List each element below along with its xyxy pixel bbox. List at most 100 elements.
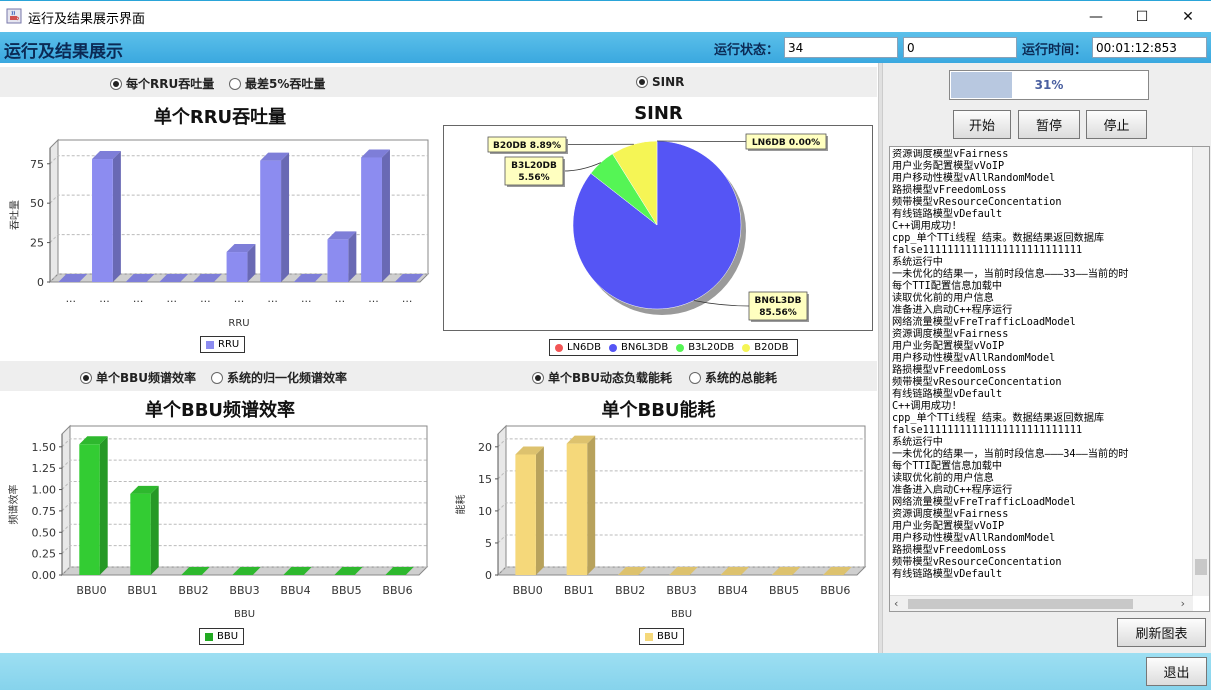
sinr-legend: LN6DB BN6L3DB B3L20DB B20DB — [549, 339, 799, 356]
log-line: 读取优化前的用户信息 — [892, 473, 994, 484]
y-tick-label: 10 — [478, 505, 492, 518]
legend-label: B3L20DB — [688, 342, 735, 353]
status-label: 运行状态： — [714, 43, 780, 58]
plot-back-wall — [69, 425, 428, 568]
log-line: 用户业务配置模型vVoIP — [892, 341, 1005, 352]
hscroll-thumb[interactable] — [908, 599, 1133, 609]
pause-button[interactable]: 暂停 — [1018, 110, 1080, 139]
legend-label: BBU — [657, 631, 679, 642]
bbu-energy-chart-title: 单个BBU能耗 — [601, 400, 716, 421]
radio-bbu-energy[interactable]: 单个BBU动态负载能耗 — [532, 369, 672, 386]
legend-swatch — [645, 632, 653, 641]
radio-rru-throughput[interactable]: 每个RRU吞吐量 — [110, 75, 214, 92]
bar-side — [381, 149, 390, 282]
radio-worst5-throughput[interactable]: 最差5%吞吐量 — [229, 75, 325, 92]
log-line: 有线链路模型vDefault — [892, 569, 1003, 580]
log-line: 用户移动性模型vAllRandomModel — [892, 173, 1056, 184]
x-tick-label: BBU6 — [382, 584, 412, 597]
log-line: 有线链路模型vDefault — [892, 389, 1003, 400]
legend-label: B20DB — [754, 342, 789, 353]
exit-button[interactable]: 退出 — [1146, 657, 1207, 686]
log-textarea[interactable]: 资源调度模型vFairness 用户业务配置模型vVoIP 用户移动性模型vAllR… — [889, 146, 1210, 612]
title-bar: 运行及结果展示界面 — ☐ ✕ — [0, 0, 1211, 32]
status-field-1[interactable] — [784, 37, 898, 58]
start-button[interactable]: 开始 — [953, 110, 1011, 139]
splitter[interactable] — [878, 63, 883, 653]
sinr-chart-title: SINR — [634, 103, 683, 124]
status-field-2[interactable] — [903, 37, 1017, 58]
log-line: 用户业务配置模型vVoIP — [892, 521, 1005, 532]
radio-dot — [636, 76, 648, 88]
plot-back-wall — [505, 425, 866, 568]
maximize-button[interactable]: ☐ — [1119, 1, 1165, 33]
log-horizontal-scrollbar[interactable]: ‹ › — [890, 595, 1193, 611]
bar-side — [587, 435, 596, 575]
page-title: 运行及结果展示 — [4, 42, 123, 62]
log-line: 用户移动性模型vAllRandomModel — [892, 353, 1056, 364]
bbu-eff-options: 单个BBU频谱效率 系统的归一化频谱效率 — [0, 361, 440, 391]
log-line: 每个TTI配置信息加载中 — [892, 281, 1003, 292]
progress-text: 31% — [1034, 78, 1064, 92]
x-tick-label: ... — [200, 292, 211, 305]
x-tick-label: ... — [368, 292, 379, 305]
java-cup-icon — [6, 8, 22, 24]
log-line: C++调用成功! — [892, 401, 958, 412]
y-tick-label: 20 — [478, 441, 492, 454]
bar — [79, 444, 100, 575]
window-title: 运行及结果展示界面 — [28, 12, 146, 27]
legend-swatch — [205, 632, 213, 641]
footer-bar — [0, 653, 1211, 690]
x-tick-label: BBU2 — [178, 584, 208, 597]
y-tick-label: 0 — [485, 569, 492, 582]
x-tick-label: BBU4 — [280, 584, 310, 597]
radio-dot — [229, 77, 241, 90]
vscroll-thumb[interactable] — [1195, 559, 1207, 575]
legend-swatch — [206, 340, 214, 349]
x-axis-label: RRU — [228, 318, 249, 329]
log-line: 一未优化的结果一，当前时段信息———33——当前的时 — [892, 269, 1129, 280]
log-line: 系统运行中 — [892, 437, 943, 448]
log-line: 用户业务配置模型vVoIP — [892, 161, 1005, 172]
header-bar: 运行及结果展示 运行状态： 运行时间： — [0, 32, 1211, 63]
log-line: 系统运行中 — [892, 257, 943, 268]
log-line: 准备进入启动C++程序运行 — [892, 305, 1013, 316]
sinr-options: SINR — [440, 67, 877, 97]
x-tick-label: BBU2 — [615, 584, 645, 597]
x-axis-label: BBU — [671, 609, 692, 620]
time-field[interactable] — [1092, 37, 1207, 58]
log-line: cpp_单个TTi线程 结束。数据结果返回数据库 — [892, 413, 1105, 424]
y-tick-label: 0.00 — [32, 569, 57, 582]
close-button[interactable]: ✕ — [1165, 1, 1211, 33]
refresh-chart-button[interactable]: 刷新图表 — [1117, 618, 1206, 647]
log-line: 频带模型vResourceConcentation — [892, 557, 1062, 568]
app-window: 运行及结果展示界面 — ☐ ✕ 运行及结果展示 运行状态： 运行时间： 每个RR… — [0, 0, 1211, 690]
radio-total-energy[interactable]: 系统的总能耗 — [689, 369, 777, 386]
y-tick-label: 15 — [478, 473, 492, 486]
radio-label: 系统的归一化频谱效率 — [227, 371, 348, 385]
log-line: cpp_单个TTi线程 结束。数据结果返回数据库 — [892, 233, 1105, 244]
x-tick-label: ... — [335, 292, 346, 305]
sinr-pie-chart: LN6DB 0.00% BN6L3DB 85.56% B3L20DB 5.56% B20D… — [443, 125, 873, 331]
scroll-right-icon[interactable]: › — [1181, 597, 1185, 610]
x-tick-label: ... — [166, 292, 177, 305]
minimize-button[interactable]: — — [1073, 1, 1119, 33]
log-vertical-scrollbar[interactable] — [1192, 147, 1209, 596]
x-tick-label: ... — [402, 292, 413, 305]
radio-bbu-efficiency[interactable]: 单个BBU频谱效率 — [80, 369, 196, 386]
legend-dot — [742, 343, 751, 352]
x-tick-label: BBU6 — [820, 584, 850, 597]
bar — [566, 443, 588, 575]
log-line: 路损模型vFreedomLoss — [892, 545, 1007, 556]
radio-dot — [110, 77, 122, 90]
log-line: 准备进入启动C++程序运行 — [892, 485, 1013, 496]
scroll-left-icon[interactable]: ‹ — [894, 597, 898, 610]
time-label: 运行时间： — [1022, 43, 1088, 58]
x-tick-label: ... — [99, 292, 110, 305]
legend-dot — [676, 343, 685, 352]
y-tick-label: 5 — [485, 537, 492, 550]
legend-label: BBU — [217, 631, 239, 642]
radio-normalized-efficiency[interactable]: 系统的归一化频谱效率 — [211, 369, 347, 386]
stop-button[interactable]: 停止 — [1086, 110, 1147, 139]
radio-sinr[interactable]: SINR — [636, 75, 684, 89]
x-tick-label: BBU5 — [331, 584, 361, 597]
